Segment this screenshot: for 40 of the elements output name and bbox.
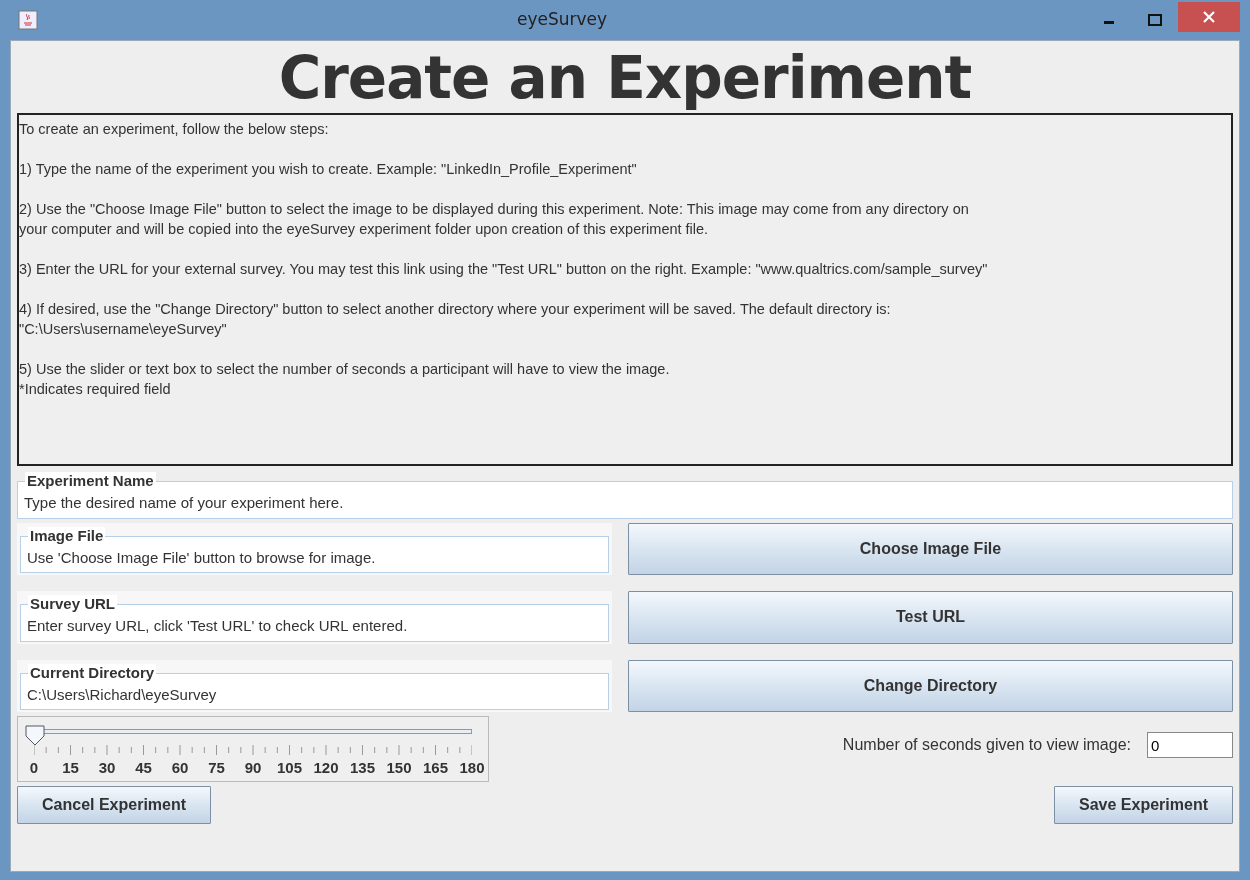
instruction-text: 3) Enter the URL for your external survey. You may test this link using the "Test URL" button on the right. Example: "www.qualtrics.com/sample_survey" — [19, 260, 989, 279]
instruction-text: To create an experiment, follow the below steps: — [19, 120, 330, 139]
field-label: Experiment Name — [25, 472, 156, 490]
tick-label: 120 — [313, 759, 339, 777]
slider-thumb[interactable] — [24, 722, 46, 744]
slider[interactable]: 0 15 30 45 60 75 90 105 120 135 150 165 180 — [17, 716, 489, 782]
tick-label: 60 — [171, 759, 189, 777]
window-title: eyeSurvey — [515, 8, 609, 32]
action-button[interactable]: Cancel Experiment — [17, 786, 212, 824]
instruction-text: *Indicates required field — [19, 380, 172, 399]
instruction-text: your computer and will be copied into the eyeSurvey experiment folder upon creation of this experiment file. — [19, 220, 710, 239]
tick-label: 150 — [386, 759, 412, 777]
action-button[interactable]: Save Experiment — [1054, 786, 1233, 824]
tick-label: 135 — [350, 759, 375, 777]
tick-label: 165 — [423, 759, 448, 777]
tick-label: 180 — [459, 759, 485, 777]
action-button[interactable]: Choose Image File — [628, 522, 1233, 575]
field-label: Survey URL — [28, 595, 118, 613]
instruction-text: 1) Type the name of the experiment you wish to create. Example: "LinkedIn_Profile_Experiment" — [19, 160, 638, 179]
action-button[interactable]: Change Directory — [628, 659, 1233, 712]
maximize-icon — [1148, 14, 1162, 26]
field-label: Current Directory — [28, 663, 157, 682]
tick-label: 15 — [62, 759, 79, 777]
tick-label: 75 — [208, 759, 225, 777]
app-icon — [18, 10, 38, 30]
close-button[interactable] — [1178, 2, 1240, 32]
close-icon — [1203, 11, 1215, 23]
field-label: Image File — [28, 526, 106, 545]
instruction-text: 4) If desired, use the "Change Directory" button to select another directory where your experiment will be saved. The default directory is: — [19, 300, 892, 319]
instruction-text: 2) Use the "Choose Image File" button to select the image to be displayed during this experiment. Note: This image may come from any directory on — [19, 200, 970, 219]
seconds-input[interactable]: 0 — [1147, 732, 1233, 758]
tick-label: 90 — [244, 759, 262, 777]
tick-label: 105 — [277, 759, 302, 777]
tick-label: 30 — [98, 759, 116, 777]
action-button[interactable]: Test URL — [628, 591, 1233, 644]
seconds-label: Number of seconds given to view image: — [842, 735, 1131, 755]
tick-label: 0 — [29, 759, 39, 777]
tick-label: 45 — [135, 759, 152, 777]
instruction-text: 5) Use the slider or text box to select the number of seconds a participant will have to view the image. — [19, 360, 671, 379]
instruction-text: "C:\Users\username\eyeSurvey" — [19, 320, 228, 339]
